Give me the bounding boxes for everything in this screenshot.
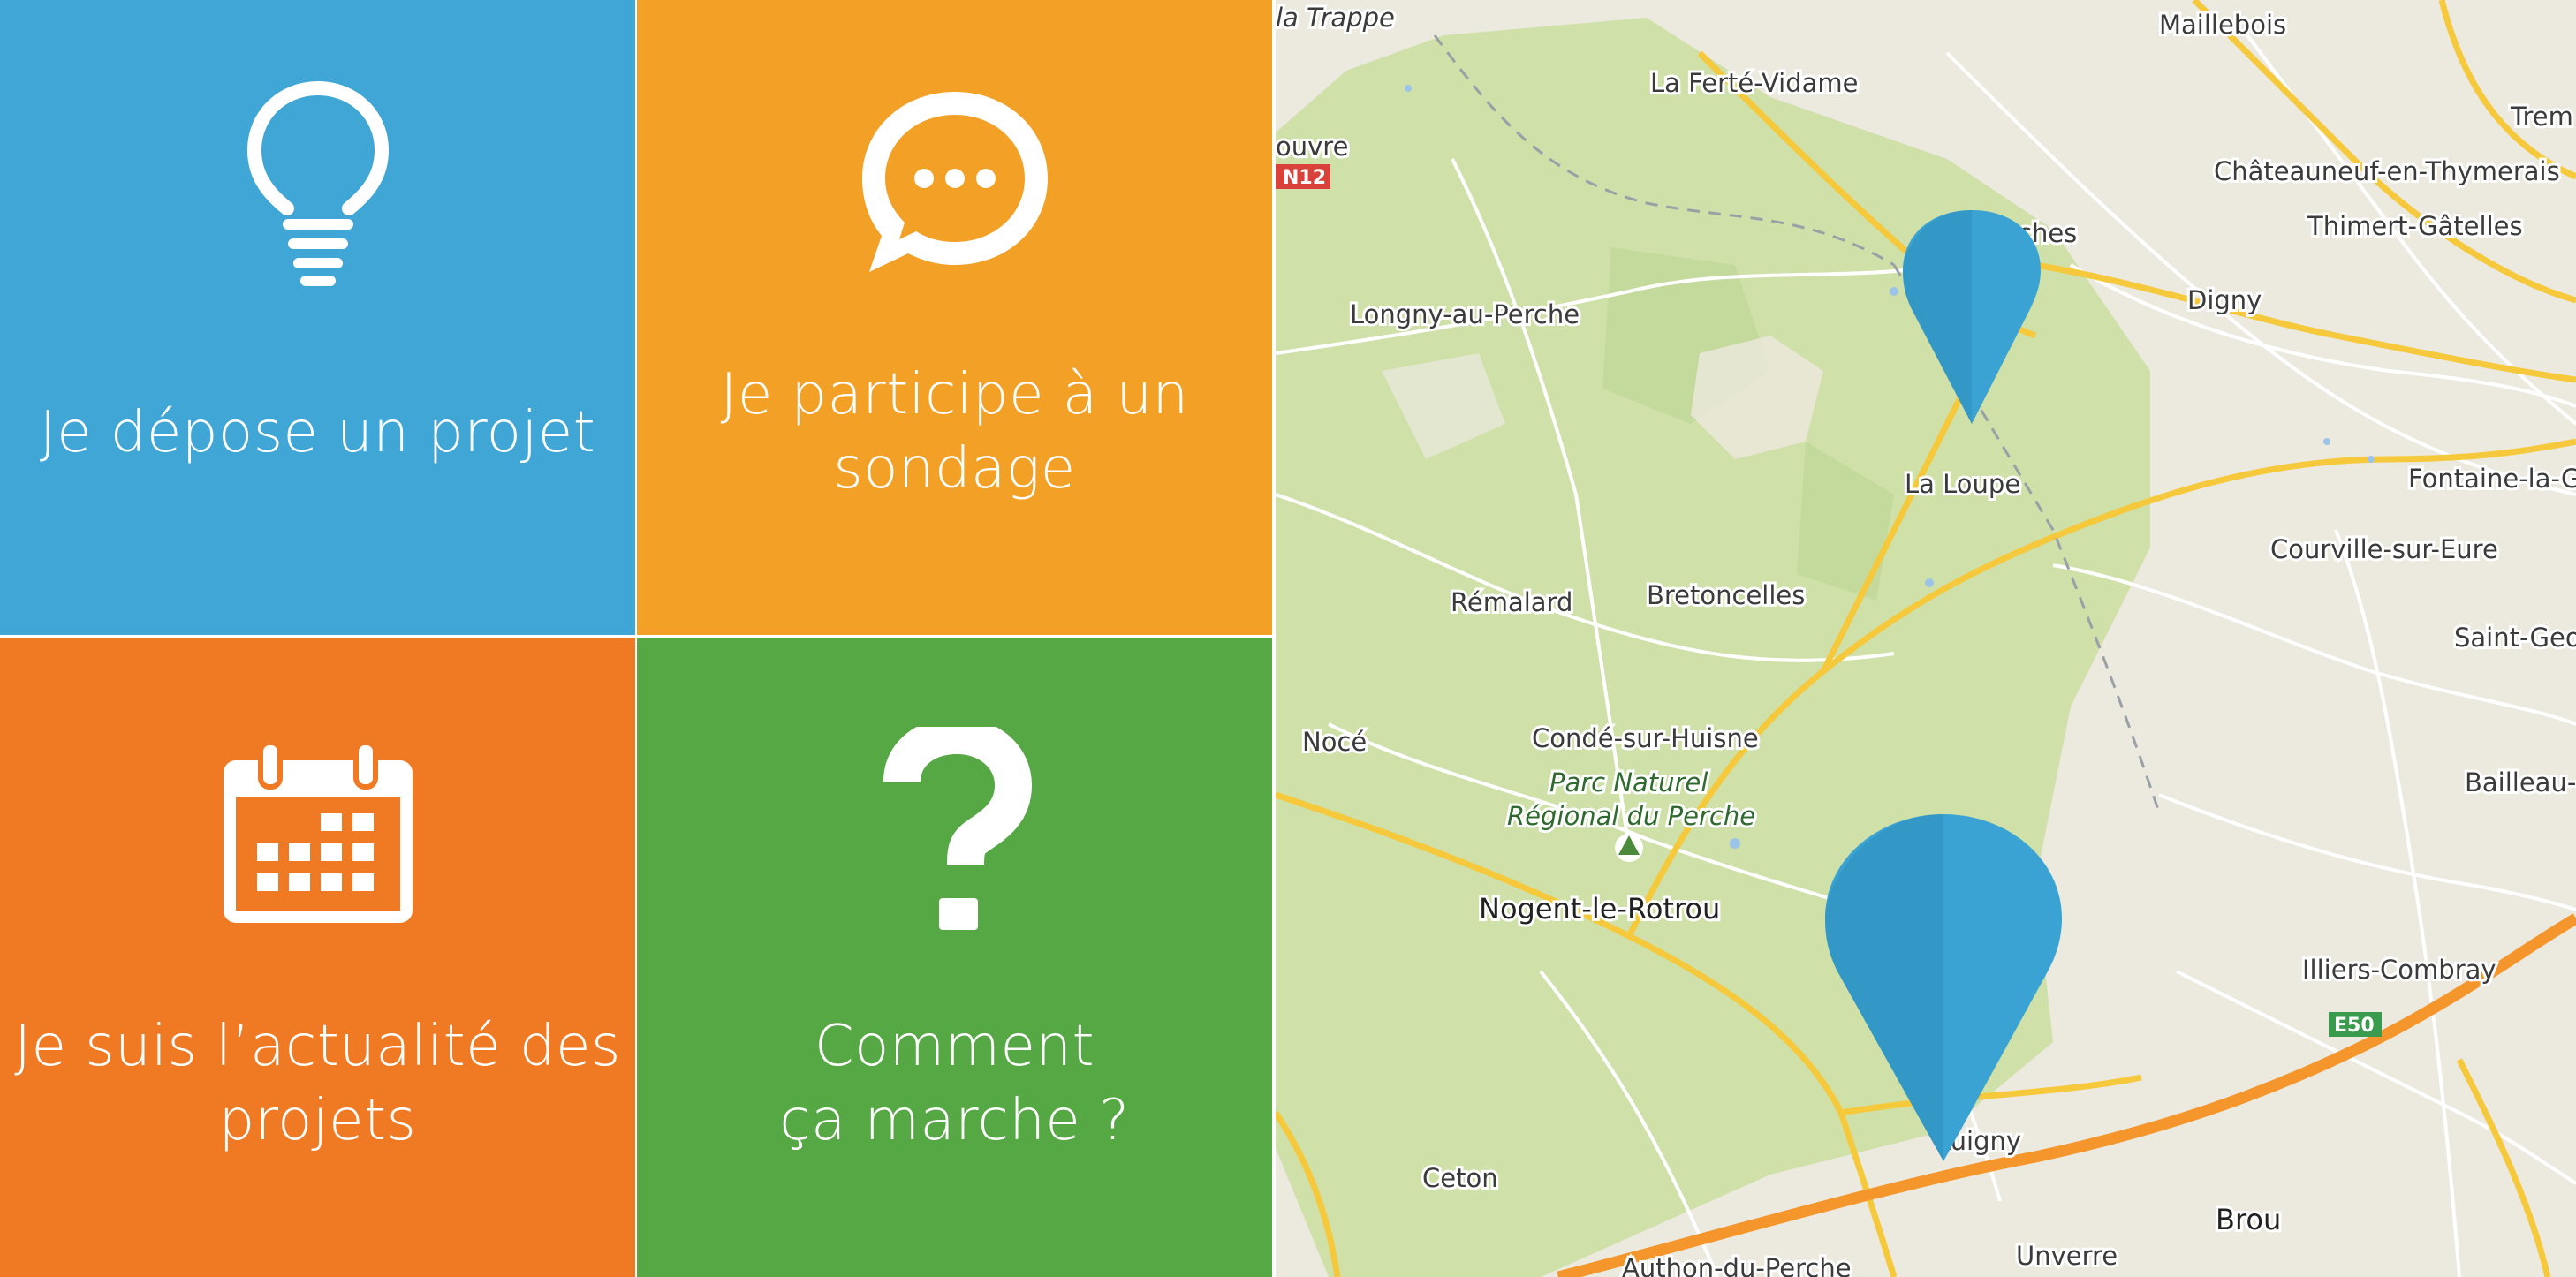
tree-icon	[1615, 834, 1643, 862]
label-illiers: Illiers-Combray	[2302, 955, 2496, 985]
label-fontaine: Fontaine-la-G	[2408, 464, 2576, 494]
label-digny: Digny	[2187, 285, 2262, 315]
tile-submit-project[interactable]: Je dépose un projet	[0, 0, 635, 635]
park-label-line1: Parc Naturel	[1549, 767, 1708, 797]
label-courville: Courville-sur-Eure	[2270, 534, 2498, 564]
calendar-icon	[216, 736, 420, 934]
tile-label-line2: sondage	[833, 436, 1076, 502]
tile-label-line1: Je participe à un	[720, 362, 1189, 427]
label-la-ferte-vidame: La Ferté-Vidame	[1650, 68, 1859, 98]
map-view[interactable]: N12 E50 la Trappe Maillebois Trem La Fer…	[1276, 0, 2576, 1277]
tile-label-line2: projets	[218, 1088, 417, 1153]
tile-participate-survey[interactable]: Je participe à un sondage	[637, 0, 1272, 635]
park-region	[1276, 18, 2150, 1277]
label-noce: Nocé	[1302, 727, 1367, 757]
label-la-trappe: la Trappe	[1276, 3, 1395, 33]
label-louvre: ouvre	[1276, 132, 1348, 162]
label-authon: Authon-du-Perche	[1622, 1253, 1852, 1277]
tile-label-line1: Je suis l’actualité des	[14, 1014, 621, 1079]
label-saint-georges: Saint-Geo	[2454, 623, 2576, 653]
label-brou: Brou	[2216, 1203, 2281, 1236]
n12-shield: N12	[1276, 164, 1330, 189]
tile-label-line2: ça marche ?	[779, 1088, 1130, 1153]
chat-bubble-icon	[853, 81, 1057, 289]
label-bretoncelles: Bretoncelles	[1647, 580, 1805, 610]
label-longny: Longny-au-Perche	[1350, 299, 1580, 329]
e50-label: E50	[2334, 1015, 2375, 1037]
map-canvas: N12 E50 la Trappe Maillebois Trem La Fer…	[1276, 0, 2576, 1277]
lightbulb-icon	[239, 78, 398, 294]
label-conde: Condé-sur-Huisne	[1532, 723, 1759, 753]
label-chateauneuf: Châteauneuf-en-Thymerais	[2214, 156, 2560, 186]
tile-label: Je dépose un projet	[39, 400, 596, 465]
tile-how-it-works[interactable]: Comment ça marche ?	[637, 638, 1272, 1277]
e50-shield: E50	[2329, 1012, 2382, 1037]
tile-label-line1: Comment	[814, 1014, 1095, 1079]
label-maillebois: Maillebois	[2159, 10, 2286, 40]
question-mark-icon	[875, 716, 1034, 943]
label-remalard: Rémalard	[1451, 587, 1572, 617]
label-tremblay: Trem	[2510, 102, 2573, 132]
label-bailleau: Bailleau-	[2465, 767, 2576, 797]
label-ceton: Ceton	[1422, 1163, 1498, 1193]
label-la-loupe: La Loupe	[1905, 469, 2020, 499]
label-thimert: Thimert-Gâtelles	[2307, 211, 2523, 241]
park-label-line2: Régional du Perche	[1507, 801, 1755, 831]
label-nogent: Nogent-le-Rotrou	[1479, 892, 1720, 926]
tile-follow-news[interactable]: Je suis l’actualité des projets	[0, 638, 635, 1277]
label-unverre: Unverre	[2016, 1241, 2118, 1271]
n12-label: N12	[1283, 167, 1326, 189]
